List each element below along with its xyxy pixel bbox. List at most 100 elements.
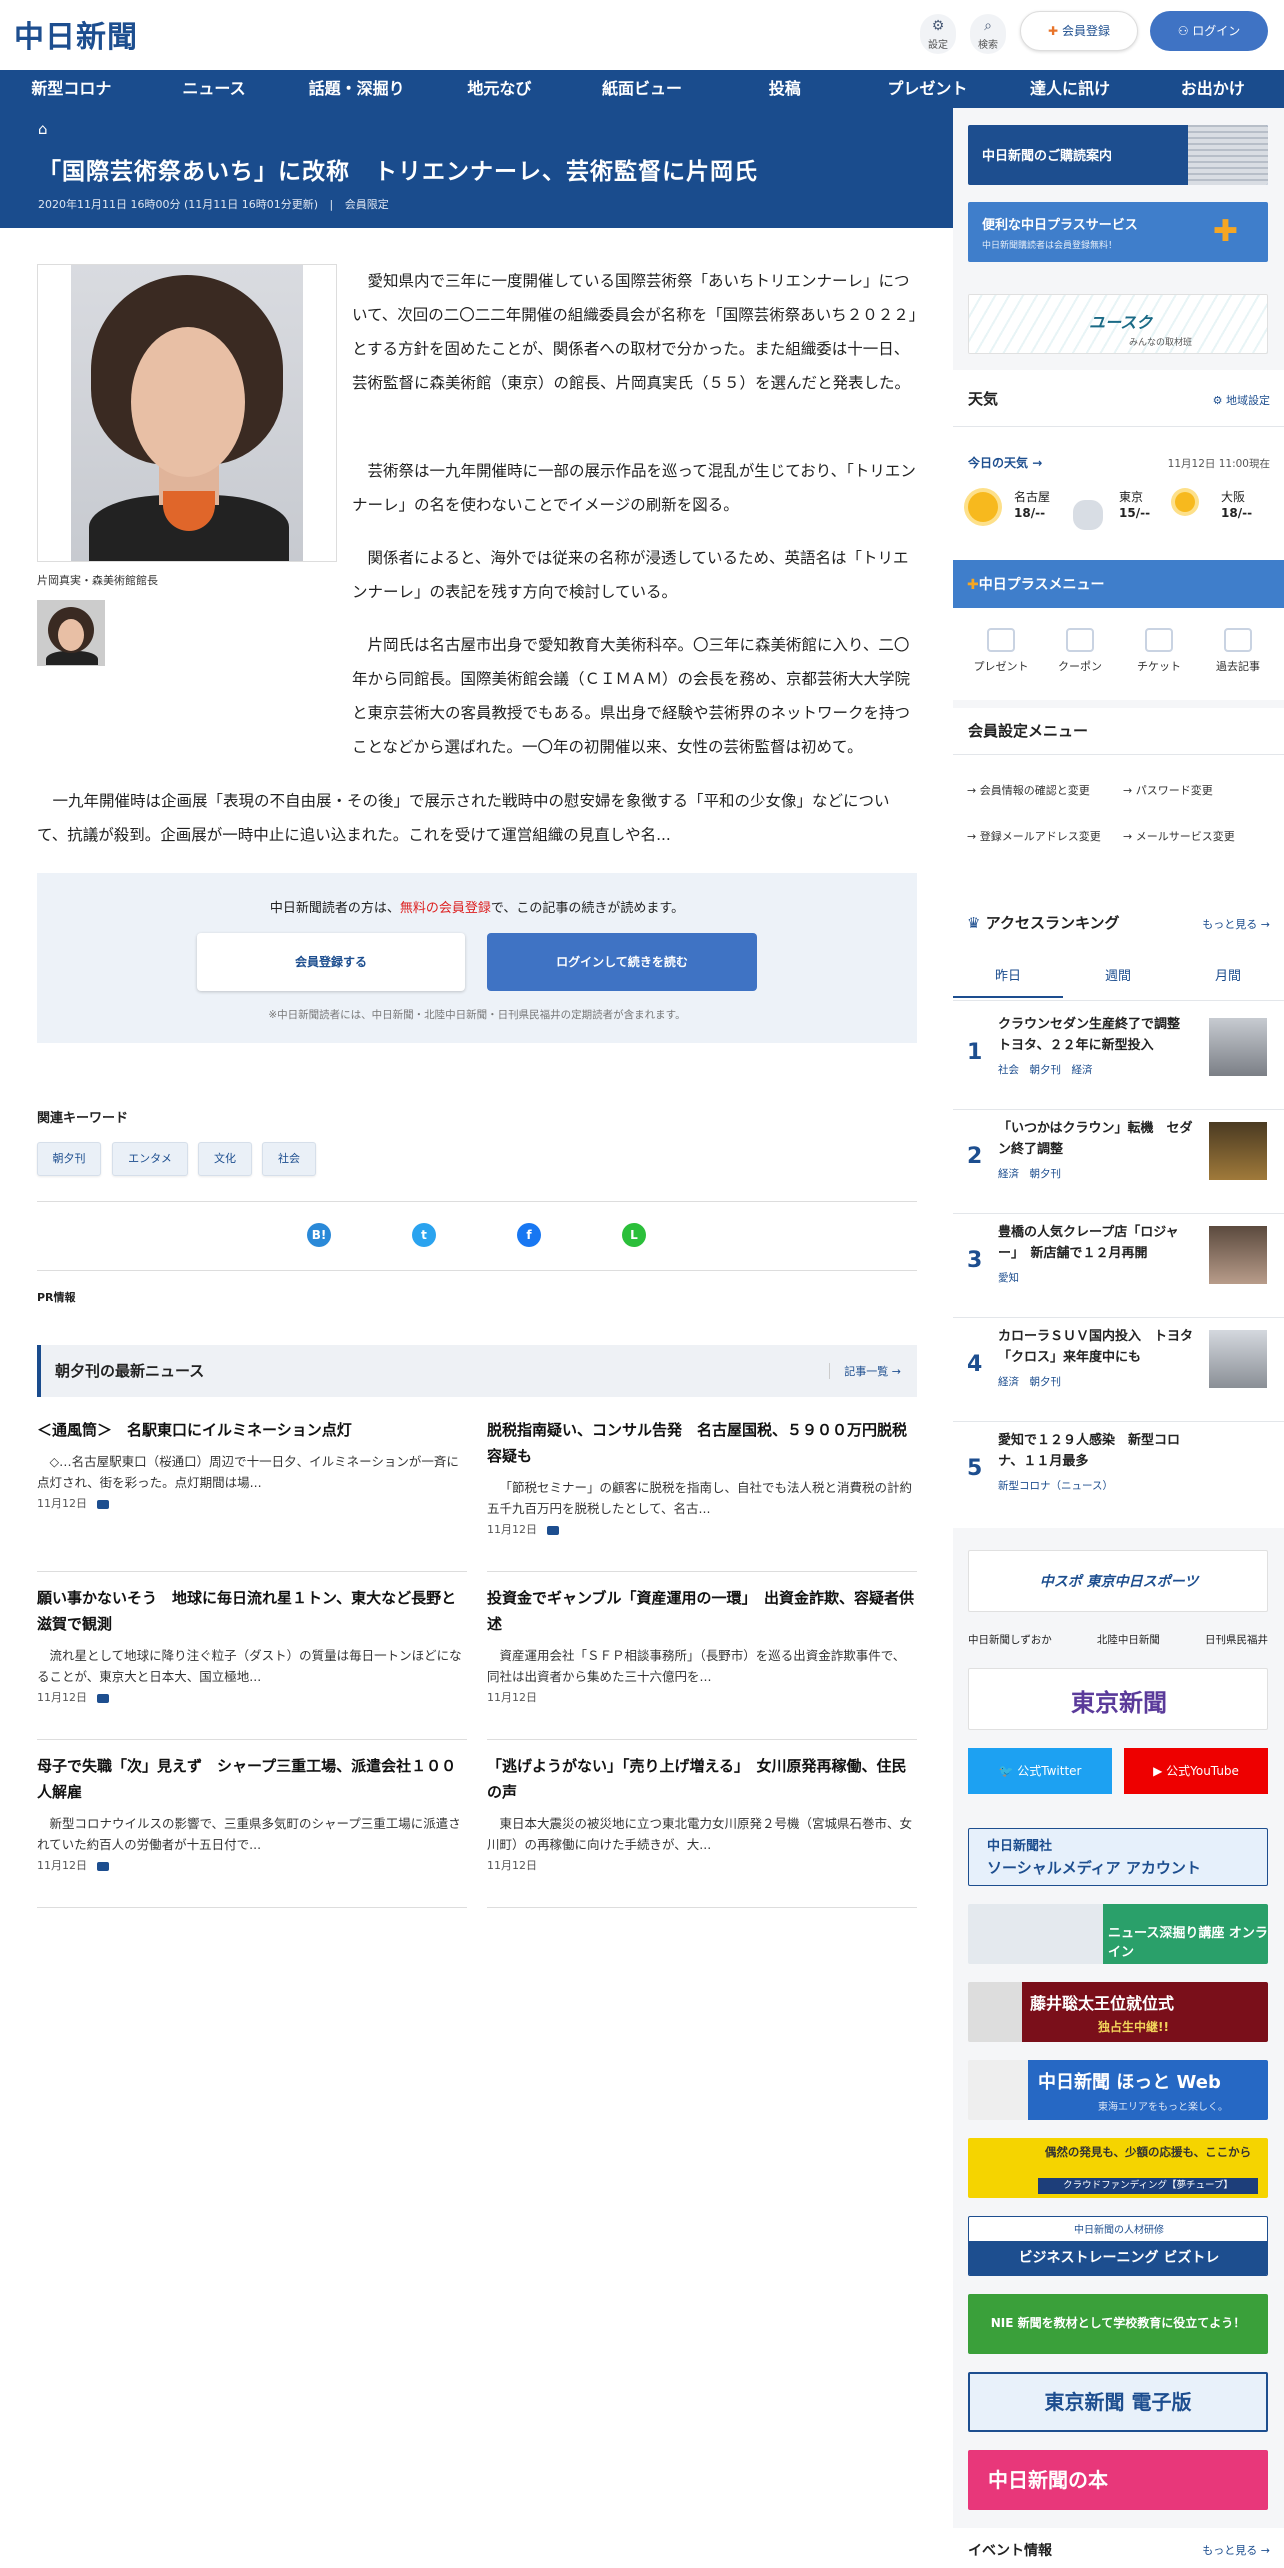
group-link[interactable]: 北陸中日新聞 — [1097, 1632, 1160, 1647]
ranking-item[interactable]: 3 豊橋の人気クレープ店「ロジャー」 新店舗で１２月再開 愛知 — [953, 1214, 1284, 1318]
news-headline[interactable]: 脱税指南疑い、コンサル告発 名古屋国税、５９００万円脱税容疑も — [487, 1417, 917, 1469]
subscribe-banner[interactable]: 中日新聞のご購読案内 — [968, 125, 1268, 185]
news-headline[interactable]: 願い事かないそう 地球に毎日流れ星１トン、東大など長野と滋賀で観測 — [37, 1585, 467, 1637]
twitter-button[interactable]: 🐦 公式Twitter — [968, 1748, 1112, 1794]
news-card[interactable]: 脱税指南疑い、コンサル告発 名古屋国税、５９００万円脱税容疑も 「節税セミナー」… — [487, 1417, 917, 1572]
news-card[interactable]: 母子で失職「次」見えず シャープ三重工場、派遣会社１００人解雇 新型コロナウイル… — [37, 1753, 467, 1908]
site-logo[interactable]: 中日新聞 — [14, 12, 138, 56]
free-register-link[interactable]: 無料の会員登録 — [400, 901, 491, 916]
plus-service-banner[interactable]: 便利な中日プラスサービス 中日新聞購読者は会員登録無料！ ✚ — [968, 202, 1268, 262]
keyword-tag[interactable]: 社会 — [262, 1142, 316, 1176]
keyword-tag[interactable]: 朝夕刊 — [37, 1142, 101, 1176]
ranking-item[interactable]: 1 クラウンセダン生産終了で調整 トヨタ、２２年に新型投入 社会 朝夕刊 経済 — [953, 1006, 1284, 1110]
tab-weekly[interactable]: 週間 — [1063, 956, 1173, 998]
news-date: 11月12日 — [37, 1691, 87, 1704]
social-banner-line1: 中日新聞社 — [987, 1839, 1053, 1854]
news-headline[interactable]: 「逃げようがない」「売り上げ増える」 女川原発再稼働、住民の声 — [487, 1753, 917, 1805]
paywall-login-button[interactable]: ログインして続きを読む — [487, 933, 757, 991]
youscoop-banner[interactable]: ユースク みんなの取材班 — [968, 294, 1268, 354]
group-link[interactable]: 日刊県民福井 — [1205, 1632, 1268, 1647]
fukabori-banner[interactable]: ニュース深掘り講座 オンライン — [968, 1904, 1268, 1964]
city-name: 東京 — [1119, 490, 1144, 504]
rank-headline[interactable]: クラウンセダン生産終了で調整 トヨタ、２２年に新型投入 — [998, 1014, 1198, 1056]
keyword-tag[interactable]: 文化 — [198, 1142, 252, 1176]
nav-item[interactable]: お出かけ — [1141, 70, 1284, 108]
gift-icon — [987, 628, 1015, 652]
ranking-more-link[interactable]: もっと見る → — [1202, 916, 1270, 932]
link-label: 登録メールアドレス変更 — [979, 830, 1101, 843]
article-photo[interactable] — [37, 264, 337, 562]
social-media-banner[interactable]: 中日新聞社 ソーシャルメディア アカウント — [968, 1828, 1268, 1886]
youtube-button[interactable]: ▶ 公式YouTube — [1124, 1748, 1268, 1794]
home-icon[interactable]: ⌂ — [38, 120, 48, 138]
news-card[interactable]: 願い事かないそう 地球に毎日流れ星１トン、東大など長野と滋賀で観測 流れ星として… — [37, 1585, 467, 1740]
twitter-icon: 🐦 — [998, 1764, 1014, 1778]
yume-sub: クラウドファンディング【夢チューブ】 — [1038, 2178, 1258, 2194]
ranking-item[interactable]: 4 カローラＳＵＶ国内投入 トヨタ「クロス」来年度中にも 経済 朝夕刊 — [953, 1318, 1284, 1422]
menu-ticket[interactable]: チケット — [1119, 628, 1199, 674]
login-button[interactable]: ⚇ ログイン — [1150, 11, 1268, 51]
news-card[interactable]: 「逃げようがない」「売り上げ増える」 女川原発再稼働、住民の声 東日本大震災の被… — [487, 1753, 917, 1908]
sun-cloud-icon — [1175, 492, 1195, 512]
nav-item[interactable]: 達人に訊け — [999, 70, 1142, 108]
group-link[interactable]: 中日新聞しずおか — [968, 1632, 1052, 1647]
ranking-item[interactable]: 2 「いつかはクラウン」転機 セダン終了調整 経済 朝夕刊 — [953, 1110, 1284, 1214]
news-card[interactable]: ＜通風筒＞ 名駅東口にイルミネーション点灯 ◇…名古屋駅東口（桜通口）周辺で十一… — [37, 1417, 467, 1572]
camera-icon — [547, 1525, 559, 1535]
biztore-banner[interactable]: 中日新聞の人材研修 ビジネストレーニング ビズトレ — [968, 2216, 1268, 2276]
line-share-icon[interactable]: L — [622, 1223, 646, 1247]
books-banner[interactable]: 中日新聞の本 — [968, 2450, 1268, 2510]
nav-item[interactable]: プレゼント — [856, 70, 999, 108]
news-desc: 新型コロナウイルスの影響で、三重県多気町のシャープ三重工場に派遣されていた約百人… — [37, 1816, 461, 1852]
member-info-link[interactable]: → 会員情報の確認と変更 — [967, 782, 1117, 800]
search-button[interactable]: ⌕ 検索 — [970, 14, 1006, 54]
keyword-tag[interactable]: エンタメ — [112, 1142, 188, 1176]
settings-label: 設定 — [928, 40, 948, 51]
tab-monthly[interactable]: 月間 — [1173, 956, 1283, 998]
rank-headline[interactable]: カローラＳＵＶ国内投入 トヨタ「クロス」来年度中にも — [998, 1326, 1198, 1368]
paywall-register-button[interactable]: 会員登録する — [197, 933, 465, 991]
ranking-item[interactable]: 5 愛知で１２９人感染 新型コロナ、１１月最多 新型コロナ（ニュース） — [953, 1422, 1284, 1526]
tokyo-e-banner[interactable]: 東京新聞 電子版 — [968, 2372, 1268, 2432]
arrow-right-icon: → — [1260, 2544, 1270, 2557]
chunichi-sports-banner[interactable]: 中スポ 東京中日スポーツ — [968, 1550, 1268, 1612]
facebook-share-icon[interactable]: f — [517, 1223, 541, 1247]
password-link[interactable]: → パスワード変更 — [1123, 782, 1273, 800]
nav-item[interactable]: 投稿 — [713, 70, 856, 108]
hatena-share-icon[interactable]: B! — [307, 1223, 331, 1247]
news-headline[interactable]: ＜通風筒＞ 名駅東口にイルミネーション点灯 — [37, 1417, 467, 1443]
register-button[interactable]: ✚ 会員登録 — [1020, 11, 1138, 51]
today-weather-link[interactable]: 今日の天気 → — [968, 454, 1042, 471]
news-headline[interactable]: 投資金でギャンブル「資産運用の一環」 出資金詐欺、容疑者供述 — [487, 1585, 917, 1637]
tokyo-shimbun-banner[interactable]: 東京新聞 — [968, 1668, 1268, 1730]
fujii-banner[interactable]: 藤井聡太王位就位式 独占生中継!! — [968, 1982, 1268, 2042]
yume-tube-banner[interactable]: 偶然の発見も、少額の応援も、ここから クラウドファンディング【夢チューブ】 — [968, 2138, 1268, 2198]
chunichi-sports-text: 中スポ 東京中日スポーツ — [1039, 1574, 1199, 1590]
menu-present[interactable]: プレゼント — [961, 628, 1041, 674]
menu-archive[interactable]: 過去記事 — [1198, 628, 1278, 674]
article-list-link[interactable]: 記事一覧 → — [829, 1363, 901, 1379]
rank-tags: 経済 朝夕刊 — [998, 1168, 1061, 1180]
nav-item[interactable]: ニュース — [143, 70, 286, 108]
nie-banner[interactable]: NIE 新聞を教材として学校教育に役立てよう！ — [968, 2294, 1268, 2354]
mail-service-link[interactable]: → メールサービス変更 — [1123, 828, 1273, 846]
rank-headline[interactable]: 豊橋の人気クレープ店「ロジャー」 新店舗で１２月再開 — [998, 1222, 1198, 1264]
settings-button[interactable]: ⚙ 設定 — [920, 14, 956, 54]
news-headline[interactable]: 母子で失職「次」見えず シャープ三重工場、派遣会社１００人解雇 — [37, 1753, 467, 1805]
menu-coupon[interactable]: クーポン — [1040, 628, 1120, 674]
hotto-web-banner[interactable]: 中日新聞 ほっと Web 東海エリアをもっと楽しく。 — [968, 2060, 1268, 2120]
nav-item[interactable]: 地元なび — [428, 70, 571, 108]
email-change-link[interactable]: → 登録メールアドレス変更 — [967, 828, 1117, 846]
events-more-link[interactable]: もっと見る → — [1202, 2542, 1270, 2558]
nav-item[interactable]: 話題・深掘り — [285, 70, 428, 108]
region-setting-link[interactable]: ⚙ 地域設定 — [1213, 392, 1270, 408]
news-card[interactable]: 投資金でギャンブル「資産運用の一環」 出資金詐欺、容疑者供述 資産運用会社「ＳＦ… — [487, 1585, 917, 1740]
rank-headline[interactable]: 愛知で１２９人感染 新型コロナ、１１月最多 — [998, 1430, 1198, 1472]
twitter-share-icon[interactable]: t — [412, 1223, 436, 1247]
rank-headline[interactable]: 「いつかはクラウン」転機 セダン終了調整 — [998, 1118, 1198, 1160]
nav-item[interactable]: 紙面ビュー — [571, 70, 714, 108]
youtube-icon: ▶ — [1153, 1764, 1163, 1778]
article-paragraph: 芸術祭は一九年開催時に一部の展示作品を巡って混乱が生じており、「トリエンナーレ」… — [352, 462, 916, 514]
tab-yesterday[interactable]: 昨日 — [953, 956, 1063, 998]
nav-item[interactable]: 新型コロナ — [0, 70, 143, 108]
